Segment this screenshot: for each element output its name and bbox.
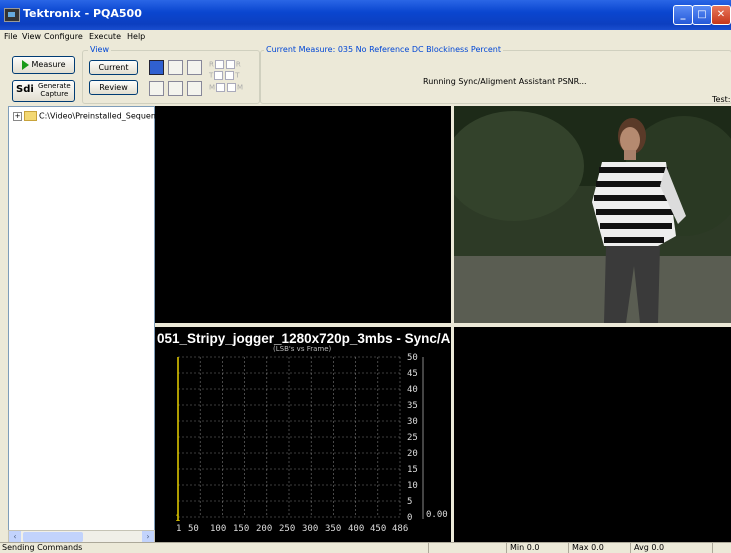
graph-icon[interactable] <box>149 81 164 96</box>
layout-single-icon[interactable] <box>187 60 202 75</box>
layout-grid-icon[interactable] <box>168 60 183 75</box>
x-tick-label: 100 <box>210 524 226 534</box>
sdi-icon: Sdi <box>16 84 34 95</box>
x-tick-label: 300 <box>302 524 318 534</box>
measure-label: Measure <box>31 60 66 69</box>
view-group-label: View <box>88 45 111 54</box>
menu-view[interactable]: View <box>22 32 41 41</box>
generate-label: Generate <box>38 82 71 90</box>
title-bar: Tektronix - PQA500 _ □ ✕ <box>0 0 731 30</box>
menu-configure[interactable]: Configure <box>44 32 83 41</box>
capture-label: Capture <box>40 90 69 98</box>
tree-root-label: C:\Video\Preinstalled_Sequences <box>39 111 170 121</box>
x-tick-label: 450 <box>370 524 386 534</box>
y-tick-label: 0 <box>407 513 412 523</box>
app-icon <box>4 8 20 22</box>
graph-pane: 051_Stripy_jogger_1280x720p_3mbs - Sync/… <box>155 327 451 542</box>
test-label: Test: <box>712 95 731 104</box>
list-icon[interactable] <box>168 81 183 96</box>
running-status: Running Sync/Aligment Assistant PSNR... <box>423 77 587 86</box>
y-tick-label: 50 <box>407 353 418 363</box>
current-value-label: 0.00 <box>426 510 448 520</box>
folder-icon <box>24 111 37 121</box>
review-button[interactable]: Review <box>89 80 138 95</box>
checkbox-m[interactable]: MM <box>209 83 243 92</box>
y-tick-label: 40 <box>407 385 418 395</box>
sync-alignment-chart: 504540353025201510501 50 100 150 200 250 300 35… <box>175 353 448 534</box>
maximize-button[interactable]: □ <box>692 5 712 25</box>
measure-button[interactable]: Measure <box>12 56 75 74</box>
sequence-tree[interactable]: + C:\Video\Preinstalled_Sequences <box>8 106 169 544</box>
y-tick-label: 30 <box>407 417 418 427</box>
scroll-thumb[interactable] <box>23 532 83 542</box>
status-bar: Sending Commands Min 0.0 Max 0.0 Avg 0.0 <box>0 542 731 553</box>
x-tick-label: 486 <box>392 524 408 534</box>
menu-help[interactable]: Help <box>127 32 145 41</box>
y-tick-label: 15 <box>407 465 418 475</box>
current-measure-label: Current Measure: 035 No Reference DC Blo… <box>264 45 504 54</box>
window-title: Tektronix - PQA500 <box>23 7 142 20</box>
status-message: Sending Commands <box>2 543 83 552</box>
video-frame-pane <box>454 106 731 323</box>
pane-bottom-right <box>454 327 731 542</box>
x-tick-label: 200 <box>256 524 272 534</box>
menu-file[interactable]: File <box>4 32 17 41</box>
play-icon <box>21 59 29 70</box>
generate-capture-button[interactable]: Sdi Generate Capture <box>12 80 75 102</box>
x-tick-label: 350 <box>325 524 341 534</box>
checkbox-r[interactable]: RR <box>209 60 241 69</box>
y-tick-label: 20 <box>407 449 418 459</box>
x-tick-label: 150 <box>233 524 249 534</box>
close-button[interactable]: ✕ <box>711 5 731 25</box>
status-min: Min 0.0 <box>510 543 540 552</box>
pane-top-left <box>155 106 451 323</box>
table-icon[interactable] <box>187 81 202 96</box>
y-tick-label: 45 <box>407 369 418 379</box>
y-tick-label: 5 <box>407 497 412 507</box>
y-tick-label: 25 <box>407 433 418 443</box>
x-tick-label: 1 <box>176 524 181 534</box>
expand-icon[interactable]: + <box>13 111 22 121</box>
minimize-button[interactable]: _ <box>673 5 693 25</box>
y-tick-label: 35 <box>407 401 418 411</box>
status-max: Max 0.0 <box>572 543 604 552</box>
status-avg: Avg 0.0 <box>634 543 665 552</box>
x-tick-label: 50 <box>188 524 199 534</box>
left-marker-label: 1 <box>175 514 180 524</box>
x-tick-label: 400 <box>348 524 364 534</box>
toolbar: Measure Sdi Generate Capture View Curren… <box>0 44 731 104</box>
layout-quad-icon[interactable] <box>149 60 164 75</box>
menu-bar: File View Configure Execute Help <box>0 30 731 44</box>
menu-execute[interactable]: Execute <box>89 32 121 41</box>
tree-root[interactable]: + C:\Video\Preinstalled_Sequences <box>13 111 169 121</box>
checkbox-t[interactable]: TT <box>209 71 240 80</box>
video-frame-image <box>454 106 731 323</box>
current-button[interactable]: Current <box>89 60 138 75</box>
y-tick-label: 10 <box>407 481 418 491</box>
x-tick-label: 250 <box>279 524 295 534</box>
